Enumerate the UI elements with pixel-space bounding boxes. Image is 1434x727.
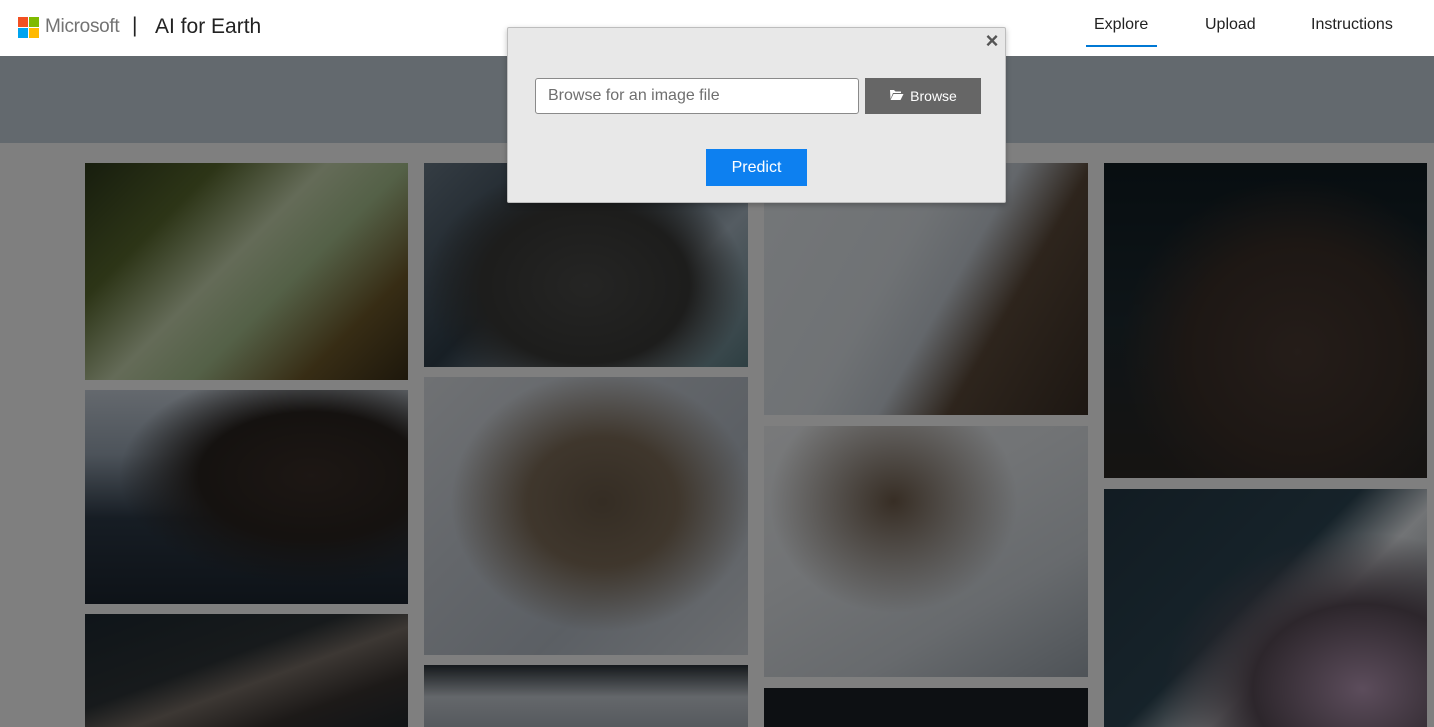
microsoft-logo-icon: [18, 17, 39, 38]
brand-divider: |: [132, 14, 138, 37]
browse-button[interactable]: Browse: [865, 78, 981, 114]
nav-explore[interactable]: Explore: [1094, 16, 1148, 34]
close-icon[interactable]: ×: [983, 30, 1001, 52]
browse-label: Browse: [910, 88, 957, 104]
folder-open-icon: [889, 88, 904, 104]
nav-upload[interactable]: Upload: [1205, 16, 1256, 34]
upload-modal: × Browse Predict: [507, 27, 1006, 203]
nav-active-indicator: [1086, 45, 1157, 47]
app-title[interactable]: AI for Earth: [155, 15, 261, 39]
microsoft-brand-text: Microsoft: [45, 16, 120, 37]
file-path-input[interactable]: [535, 78, 859, 114]
nav-instructions[interactable]: Instructions: [1311, 16, 1393, 34]
predict-button[interactable]: Predict: [706, 149, 807, 186]
